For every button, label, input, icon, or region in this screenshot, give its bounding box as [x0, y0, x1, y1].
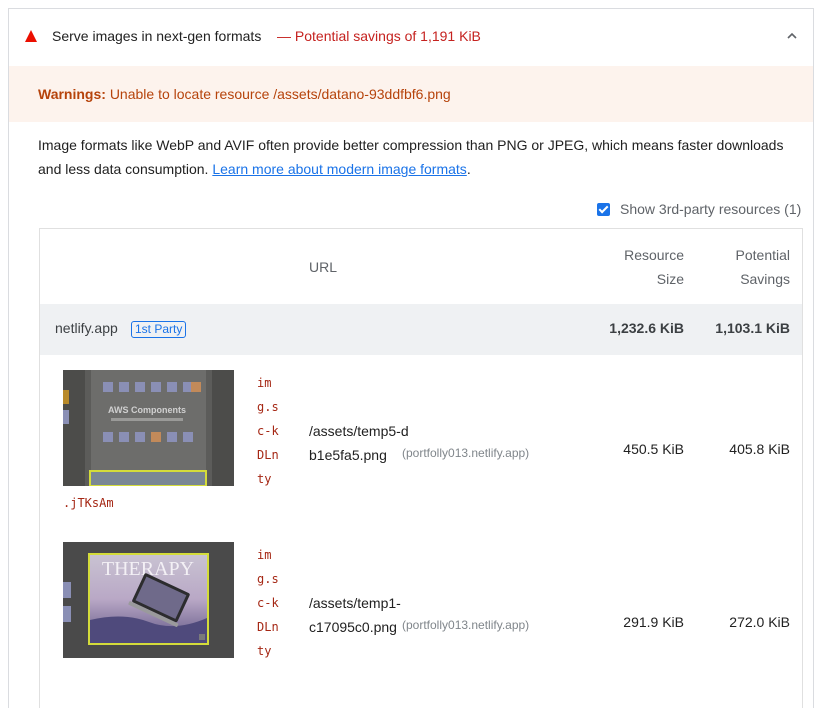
fail-triangle-icon — [25, 30, 37, 42]
warning-message: Unable to locate resource /assets/datano… — [109, 86, 451, 102]
resource-url-2[interactable]: /assets/temp1-c17095c0.png — [309, 591, 405, 639]
group-potential-savings: 1,103.1 KiB — [715, 320, 790, 336]
thumb-text-aws: AWS Components — [108, 405, 186, 415]
node-selector-1-tail: .jTKsAm — [63, 496, 114, 510]
header-url: URL — [309, 259, 338, 275]
resource-url-1[interactable]: /assets/temp5-db1e5fa5.png — [309, 419, 409, 467]
resource-origin-2: (portfolly013.netlify.app) — [402, 618, 530, 632]
audit-header[interactable]: Serve images in next-gen formats — Poten… — [9, 9, 813, 65]
description-end: . — [466, 161, 471, 177]
audit-savings: — Potential savings of 1,191 KiB — [277, 28, 481, 44]
header-potential-savings: Potential Savings — [735, 247, 790, 287]
node-selector-1: img.sc-kDLnty — [257, 376, 279, 486]
resource-path-1: /assets/temp5-db1e5fa5.png — [309, 423, 409, 463]
resource-size-1: 450.5 KiB — [623, 441, 684, 457]
node-selector-2: img.sc-kDLnty — [257, 548, 279, 658]
audit-description: Image formats like WebP and AVIF often p… — [38, 133, 808, 181]
potential-savings-1: 405.8 KiB — [729, 441, 790, 457]
warning-bar: Warnings: Unable to locate resource /ass… — [9, 66, 813, 122]
audit-panel: Serve images in next-gen formats — Poten… — [8, 8, 814, 708]
audit-title: Serve images in next-gen formats — [52, 28, 262, 44]
chevron-up-icon[interactable] — [785, 29, 799, 43]
thumbnail-temp5[interactable]: AWS Components — [63, 370, 234, 486]
warning-text: Warnings: Unable to locate resource /ass… — [38, 86, 451, 102]
learn-more-link[interactable]: Learn more about modern image formats — [212, 161, 466, 177]
group-name: netlify.app — [55, 320, 118, 336]
group-resource-size: 1,232.6 KiB — [609, 320, 684, 336]
third-party-label: Show 3rd-party resources (1) — [620, 201, 802, 217]
group-row: netlify.app 1st Party 1,232.6 KiB 1,103.… — [40, 304, 802, 355]
resource-origin-1: (portfolly013.netlify.app) — [402, 446, 530, 460]
details-table: URL Resource Size Potential Savings netl… — [39, 228, 803, 708]
thumbnail-temp1[interactable]: THERAPY — [63, 542, 234, 658]
resource-path-2: /assets/temp1-c17095c0.png — [309, 595, 401, 635]
party-badge: 1st Party — [131, 321, 187, 338]
third-party-toggle[interactable]: Show 3rd-party resources (1) — [597, 201, 801, 217]
potential-savings-2: 272.0 KiB — [729, 614, 790, 630]
header-resource-size: Resource Size — [624, 247, 684, 287]
warning-label: Warnings: — [38, 86, 106, 102]
thumbnail-temp5-image: AWS Components — [63, 370, 234, 486]
resource-size-2: 291.9 KiB — [623, 614, 684, 630]
thumbnail-temp1-image: THERAPY — [63, 542, 234, 658]
third-party-checkbox[interactable] — [597, 202, 610, 216]
